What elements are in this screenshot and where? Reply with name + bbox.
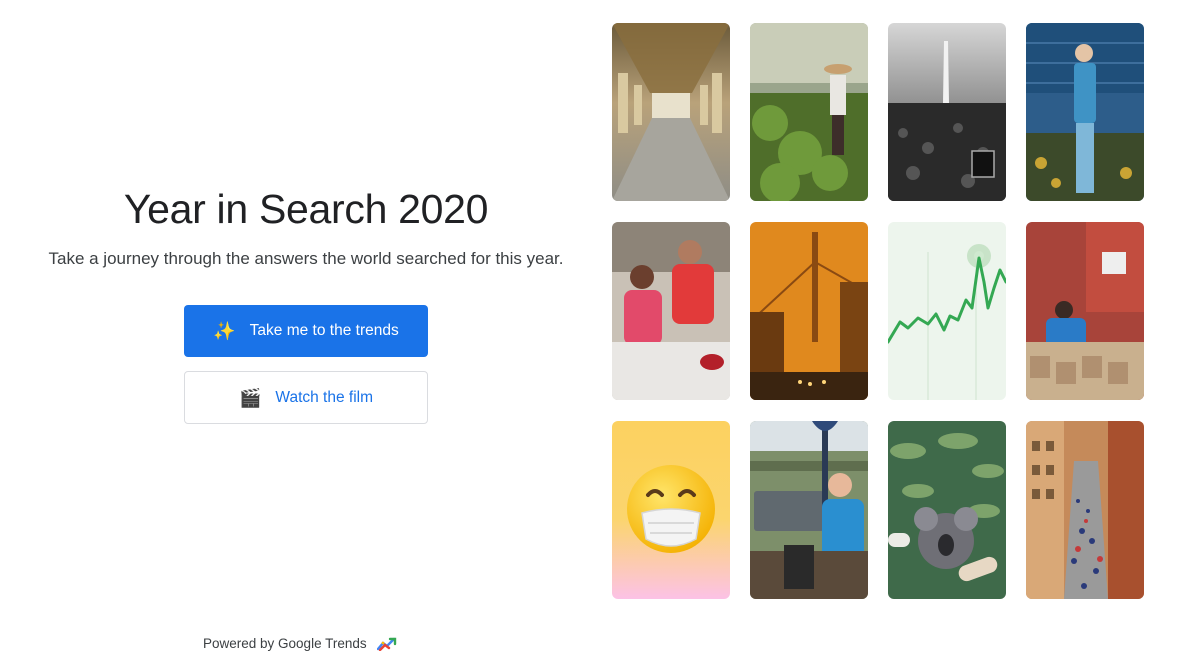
nurse-photo[interactable] (1026, 23, 1144, 201)
crowded-street-photo[interactable] (1026, 421, 1144, 599)
intro-panel: Year in Search 2020 Take a journey throu… (0, 0, 612, 659)
watch-the-film-label: Watch the film (275, 388, 374, 406)
gardener-photo[interactable] (750, 23, 868, 201)
powered-by-footer: Powered by Google Trends (203, 636, 397, 651)
page-subtitle: Take a journey through the answers the w… (48, 249, 564, 268)
patio-man-photo[interactable] (750, 421, 868, 599)
google-trends-logo (376, 637, 396, 651)
food-distribution-photo[interactable] (612, 222, 730, 400)
take-me-to-trends-button[interactable]: ✨ Take me to the trends (184, 305, 428, 357)
take-me-to-trends-label: Take me to the trends (249, 322, 399, 339)
hall-of-mirrors-photo[interactable] (612, 23, 730, 201)
powered-by-text: Powered by Google Trends (203, 636, 367, 651)
koala-photo[interactable] (888, 421, 1006, 599)
orange-sky-bay-bridge-photo[interactable] (750, 222, 868, 400)
food-bank-volunteer-photo[interactable] (1026, 222, 1144, 400)
march-on-washington-photo[interactable] (888, 23, 1006, 201)
clapper-board-icon: 🎬 (238, 387, 262, 408)
page-title: Year in Search 2020 (123, 186, 489, 232)
watch-the-film-button[interactable]: 🎬 Watch the film (184, 371, 428, 424)
mask-emoji-graphic[interactable] (612, 421, 730, 599)
trend-line-graphic[interactable] (888, 222, 1006, 400)
sparkles-icon: ✨ (213, 321, 236, 341)
